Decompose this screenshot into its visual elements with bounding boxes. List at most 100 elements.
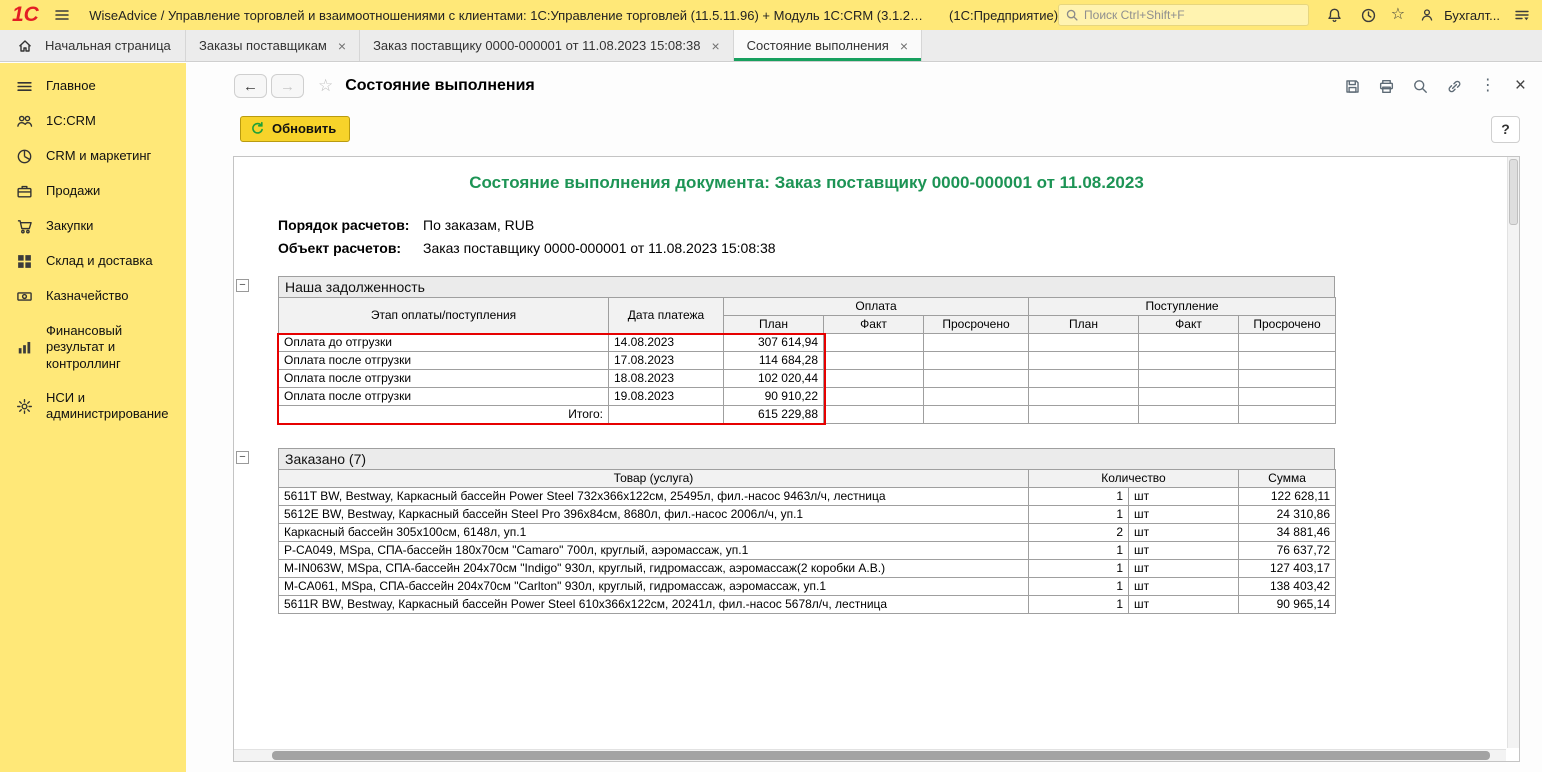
sidebar-item-treasury[interactable]: Казначейство <box>0 279 186 314</box>
main-menu-icon <box>16 78 33 95</box>
save-icon[interactable] <box>1344 78 1361 95</box>
print-icon[interactable] <box>1378 78 1395 95</box>
user-avatar-icon <box>1415 3 1439 27</box>
table-row[interactable]: 5611T BW, Bestway, Каркасный бассейн Pow… <box>278 487 1337 506</box>
ordered-section: − Заказано (7) Товар (услуга) Количество… <box>236 448 1337 614</box>
tab-supplier-order-document[interactable]: Заказ поставщику 0000-000001 от 11.08.20… <box>360 30 734 61</box>
more-kebab-icon[interactable]: ⋮ <box>1480 78 1496 94</box>
debt-section: − Наша задолженность Этап оплаты/поступл… <box>236 276 1337 425</box>
col-product: Товар (услуга) <box>278 469 1029 488</box>
sidebar-item-admin[interactable]: НСИ и администрирование <box>0 381 186 432</box>
tab-supplier-orders[interactable]: Заказы поставщикам × <box>186 30 361 61</box>
col-overdue: Просрочено <box>1238 315 1337 334</box>
help-button[interactable]: ? <box>1491 115 1520 143</box>
col-date: Дата платежа <box>608 297 724 334</box>
sidebar-item-1c-crm[interactable]: 1С:CRM <box>0 104 186 139</box>
user-name: Бухгалт... <box>1444 7 1500 23</box>
field-label: Порядок расчетов: <box>278 217 410 233</box>
vertical-scrollbar[interactable] <box>1507 157 1519 748</box>
sidebar-item-sales[interactable]: Продажи <box>0 174 186 209</box>
ordered-table: Товар (услуга) Количество Сумма 5611T BW… <box>278 469 1337 614</box>
history-icon[interactable] <box>1357 3 1381 27</box>
sidebar-item-label: Казначейство <box>46 288 129 304</box>
table-row[interactable]: Оплата после отгрузки 19.08.2023 90 910,… <box>278 387 1337 406</box>
col-plan: План <box>1028 315 1140 334</box>
sidebar-item-label: НСИ и администрирование <box>46 389 169 421</box>
sidebar-item-purchases[interactable]: Закупки <box>0 209 186 244</box>
table-row[interactable]: P-CA049, MSpa, СПА-бассейн 180х70см "Cam… <box>278 541 1337 560</box>
close-form-icon[interactable]: × <box>1515 75 1526 97</box>
sidebar-item-label: 1С:CRM <box>46 113 96 129</box>
table-row[interactable]: Каркасный бассейн 305х100см, 6148л, уп.1… <box>278 523 1337 542</box>
link-icon[interactable] <box>1446 78 1463 95</box>
collapse-toggle[interactable]: − <box>236 451 249 464</box>
notifications-bell-icon[interactable] <box>1323 3 1347 27</box>
page-title: Состояние выполнения <box>345 77 535 94</box>
app-name: (1С:Предприятие) <box>949 7 1059 23</box>
current-user[interactable]: Бухгалт... <box>1415 3 1500 27</box>
col-sum: Сумма <box>1238 469 1337 488</box>
refresh-label: Обновить <box>272 121 337 136</box>
tab-close-icon[interactable]: × <box>338 39 346 53</box>
sidebar-item-label: Главное <box>46 78 96 94</box>
tab-label: Заказ поставщику 0000-000001 от 11.08.20… <box>373 38 701 53</box>
col-qty: Количество <box>1027 469 1240 488</box>
sidebar-item-crm-marketing[interactable]: CRM и маркетинг <box>0 139 186 174</box>
topbar: 1С WiseAdvice / Управление торговлей и в… <box>0 0 1542 30</box>
field-label: Объект расчетов: <box>278 240 402 256</box>
header-row: Товар (услуга) Количество Сумма <box>278 469 1337 488</box>
sidebar-item-label: Продажи <box>46 183 101 199</box>
tab-label: Состояние выполнения <box>746 38 889 53</box>
sidebar-item-finance[interactable]: Финансовый результат и контроллинг <box>0 314 186 381</box>
report-panel: Состояние выполнения документа: Заказ по… <box>233 156 1520 762</box>
main-area: ← → ☆ Состояние выполнения ⋮ × Обновить … <box>186 63 1542 772</box>
horizontal-scrollbar-thumb[interactable] <box>272 751 1490 760</box>
window-title: WiseAdvice / Управление торговлей и взаи… <box>89 7 924 23</box>
tab-close-icon[interactable]: × <box>900 39 908 53</box>
table-row[interactable]: 5611R BW, Bestway, Каркасный бассейн Pow… <box>278 595 1337 614</box>
tab-label: Начальная страница <box>45 38 171 53</box>
table-row[interactable]: Оплата после отгрузки 18.08.2023 102 020… <box>278 369 1337 388</box>
table-row[interactable]: M-IN063W, MSpa, СПА-бассейн 204х70см "In… <box>278 559 1337 578</box>
table-row[interactable]: M-CA061, MSpa, СПА-бассейн 204х70см "Car… <box>278 577 1337 596</box>
global-search[interactable] <box>1058 4 1309 26</box>
gear-icon <box>16 398 33 415</box>
tab-home[interactable]: Начальная страница <box>0 30 186 61</box>
table-row[interactable]: Оплата после отгрузки 17.08.2023 114 684… <box>278 351 1337 370</box>
tab-execution-state[interactable]: Состояние выполнения × <box>733 30 923 61</box>
header-row: Этап оплаты/поступления Дата платежа Опл… <box>278 297 1337 334</box>
hamburger-menu-icon[interactable] <box>51 3 73 27</box>
sidebar-item-warehouse[interactable]: Склад и доставка <box>0 244 186 279</box>
vertical-scrollbar-thumb[interactable] <box>1509 159 1518 225</box>
report-fields: Порядок расчетов: По заказам, RUB Объект… <box>278 217 1335 256</box>
col-overdue: Просрочено <box>922 315 1030 334</box>
total-row: Итого: 615 229,88 <box>278 405 1337 424</box>
section-title: Заказано (7) <box>278 448 1335 469</box>
horizontal-scrollbar[interactable] <box>234 749 1506 761</box>
shopping-cart-icon <box>16 218 33 235</box>
col-fact: Факт <box>1138 315 1240 334</box>
sidebar-item-main[interactable]: Главное <box>0 69 186 104</box>
grid-icon <box>16 253 33 270</box>
col-group-payment: Оплата <box>722 297 1030 316</box>
col-plan: План <box>723 315 824 334</box>
table-row[interactable]: 5612E BW, Bestway, Каркасный бассейн Ste… <box>278 505 1337 524</box>
tab-close-icon[interactable]: × <box>711 39 719 53</box>
search-input[interactable] <box>1084 8 1302 22</box>
favorite-star-icon[interactable]: ☆ <box>318 76 333 96</box>
form-header: ← → ☆ Состояние выполнения ⋮ × <box>186 63 1542 109</box>
sidebar-item-label: CRM и маркетинг <box>46 148 152 164</box>
toolbar: Обновить ? <box>186 109 1542 149</box>
service-settings-icon[interactable] <box>1510 3 1534 27</box>
refresh-button[interactable]: Обновить <box>240 116 351 142</box>
sidebar: Главное 1С:CRM CRM и маркетинг Продажи З… <box>0 63 186 772</box>
favorites-star-icon[interactable]: ☆ <box>1391 7 1405 23</box>
debt-table: Этап оплаты/поступления Дата платежа Опл… <box>278 297 1337 424</box>
preview-icon[interactable] <box>1412 78 1429 95</box>
table-row[interactable]: Оплата до отгрузки 14.08.2023 307 614,94 <box>278 333 1337 352</box>
report-title: Состояние выполнения документа: Заказ по… <box>469 173 1144 192</box>
collapse-toggle[interactable]: − <box>236 279 249 292</box>
sidebar-item-label: Закупки <box>46 218 94 234</box>
back-button[interactable]: ← <box>234 74 267 98</box>
people-icon <box>16 113 33 130</box>
